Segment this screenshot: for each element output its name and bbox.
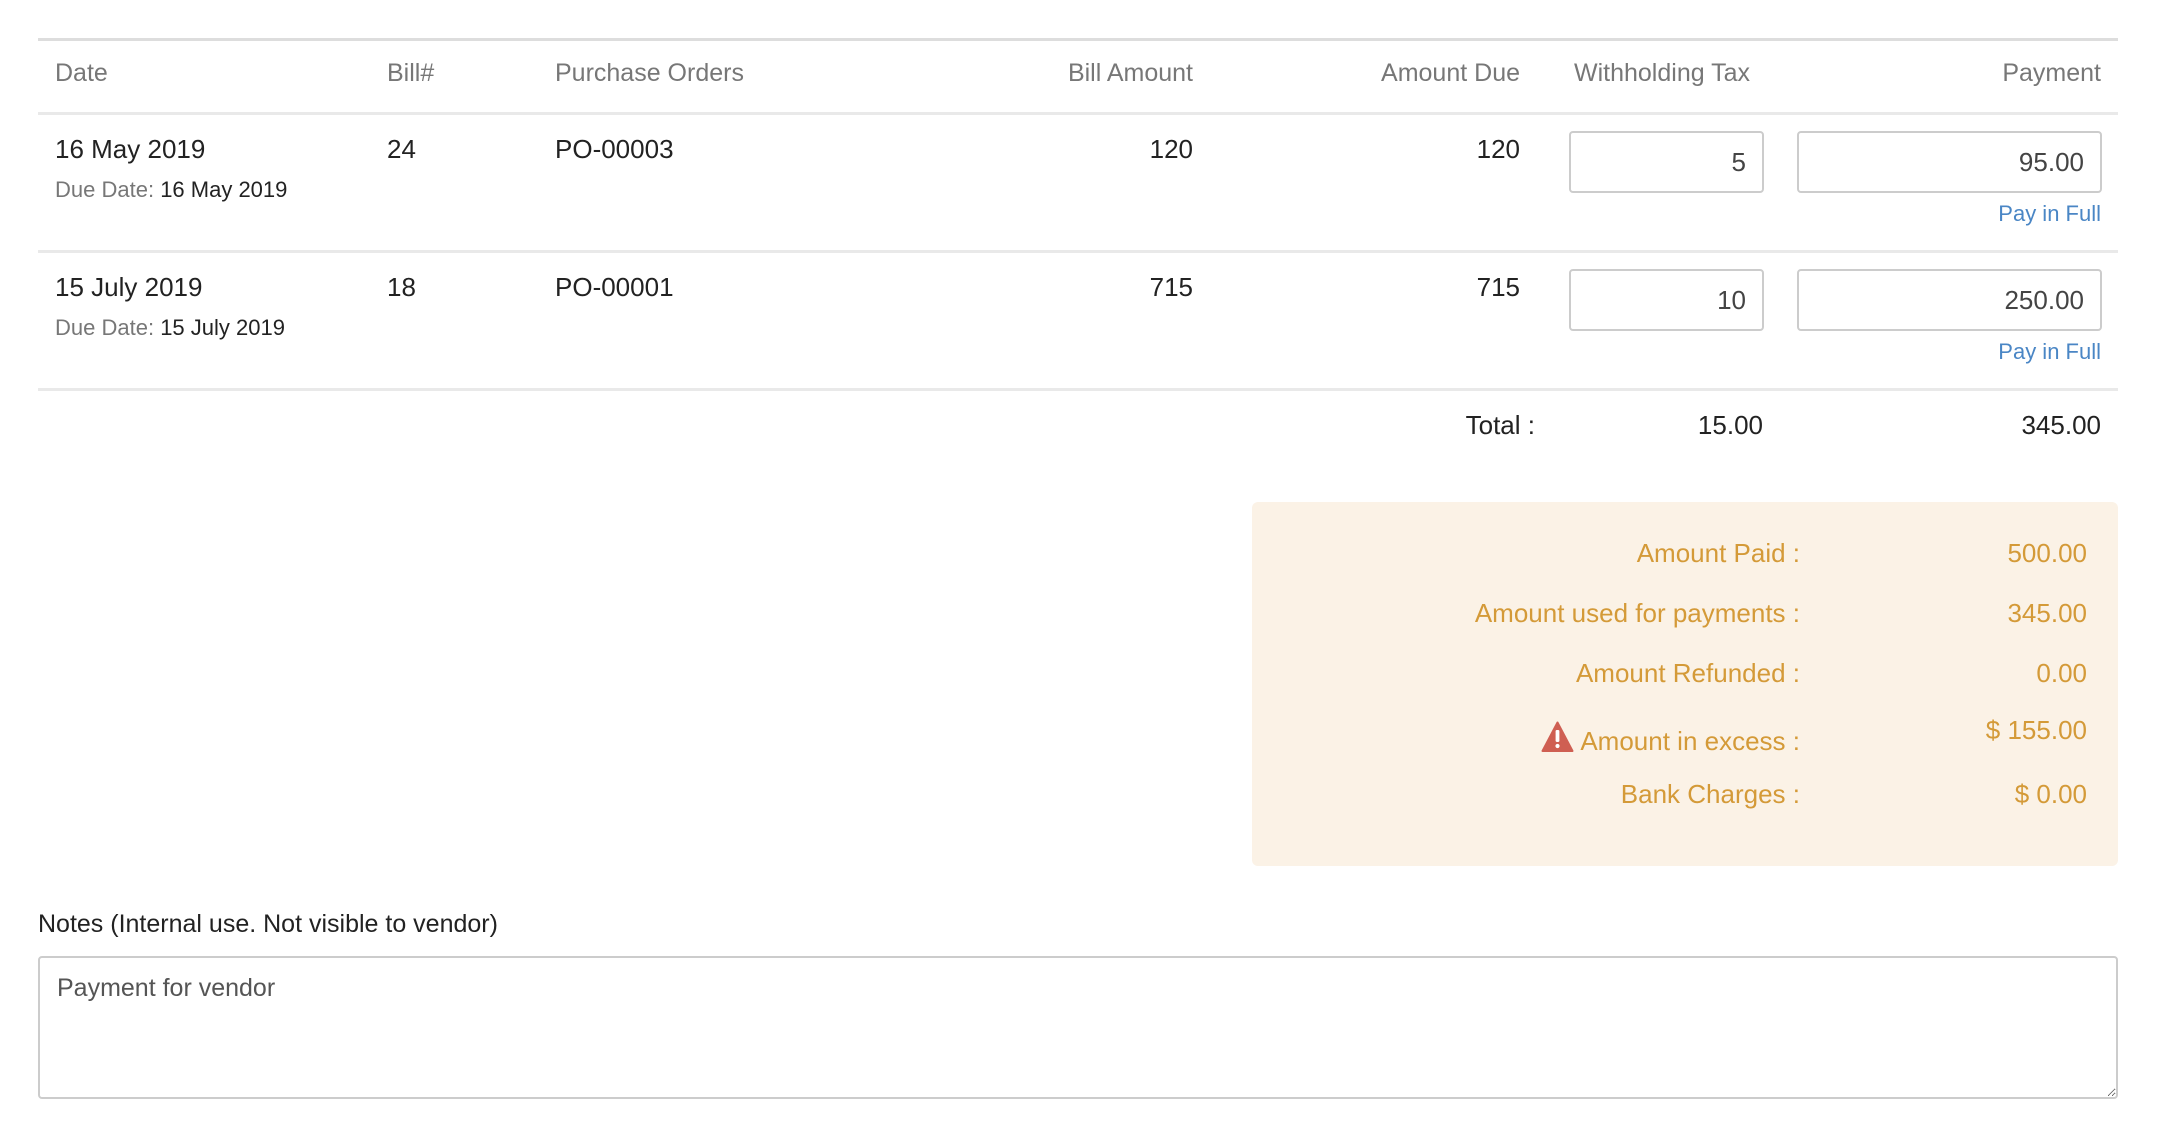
payment-input[interactable] — [1797, 269, 2102, 331]
bill-number: 18 — [387, 272, 416, 302]
due-date: Due Date: 15 July 2019 — [55, 315, 285, 341]
header-amount-due: Amount Due — [1381, 59, 1520, 87]
due-date-label: Due Date: — [55, 177, 155, 202]
due-date-value: 15 July 2019 — [160, 315, 285, 340]
header-withholding-tax: Withholding Tax — [1574, 59, 1751, 87]
pay-in-full-link[interactable]: Pay in Full — [1998, 339, 2101, 365]
bill-date: 15 July 2019 — [55, 272, 203, 302]
amount-excess-value: $ 155.00 — [1985, 715, 2087, 745]
row-divider — [38, 250, 2118, 253]
amount-excess-row: Amount in excess : — [1541, 721, 1800, 756]
purchase-order-link: PO-00001 — [555, 272, 674, 302]
row-divider — [38, 388, 2118, 391]
table-header-divider — [38, 112, 2118, 115]
bank-charges-value: $ 0.00 — [2014, 779, 2087, 809]
amount-excess-label: Amount in excess : — [1580, 726, 1800, 756]
amount-used-label: Amount used for payments : — [1474, 598, 1800, 628]
notes-textarea[interactable]: Payment for vendor — [38, 956, 2118, 1099]
header-payment: Payment — [2002, 59, 2101, 87]
notes-label: Notes (Internal use. Not visible to vend… — [38, 910, 498, 938]
amount-due: 120 — [1476, 134, 1520, 164]
withholding-tax-input[interactable] — [1569, 131, 1764, 193]
bill-date: 16 May 2019 — [55, 134, 206, 164]
amount-refunded-value: 0.00 — [2036, 658, 2087, 688]
payment-summary-panel: Amount Paid : 500.00 Amount used for pay… — [1252, 502, 2118, 866]
due-date: Due Date: 16 May 2019 — [55, 177, 287, 203]
amount-paid-value: 500.00 — [2007, 538, 2087, 568]
bill-amount: 715 — [1149, 272, 1193, 302]
warning-icon — [1541, 721, 1574, 752]
header-date: Date — [55, 59, 108, 87]
amount-paid-label: Amount Paid : — [1636, 538, 1800, 568]
table-top-border — [38, 38, 2118, 41]
due-date-label: Due Date: — [55, 315, 155, 340]
bill-number: 24 — [387, 134, 416, 164]
withholding-tax-input[interactable] — [1569, 269, 1764, 331]
amount-used-value: 345.00 — [2007, 598, 2087, 628]
amount-refunded-label: Amount Refunded : — [1575, 658, 1800, 688]
header-bill-number: Bill# — [387, 59, 435, 87]
purchase-order-link: PO-00003 — [555, 134, 674, 164]
total-label: Total : — [1465, 410, 1535, 440]
bill-amount: 120 — [1149, 134, 1193, 164]
header-purchase-orders: Purchase Orders — [555, 59, 744, 87]
amount-due: 715 — [1476, 272, 1520, 302]
bank-charges-label: Bank Charges : — [1620, 779, 1800, 809]
due-date-value: 16 May 2019 — [160, 177, 288, 202]
total-payment: 345.00 — [2021, 410, 2101, 440]
pay-in-full-link[interactable]: Pay in Full — [1998, 201, 2101, 227]
total-withholding-tax: 15.00 — [1697, 410, 1763, 440]
header-bill-amount: Bill Amount — [1067, 59, 1193, 87]
payment-input[interactable] — [1797, 131, 2102, 193]
